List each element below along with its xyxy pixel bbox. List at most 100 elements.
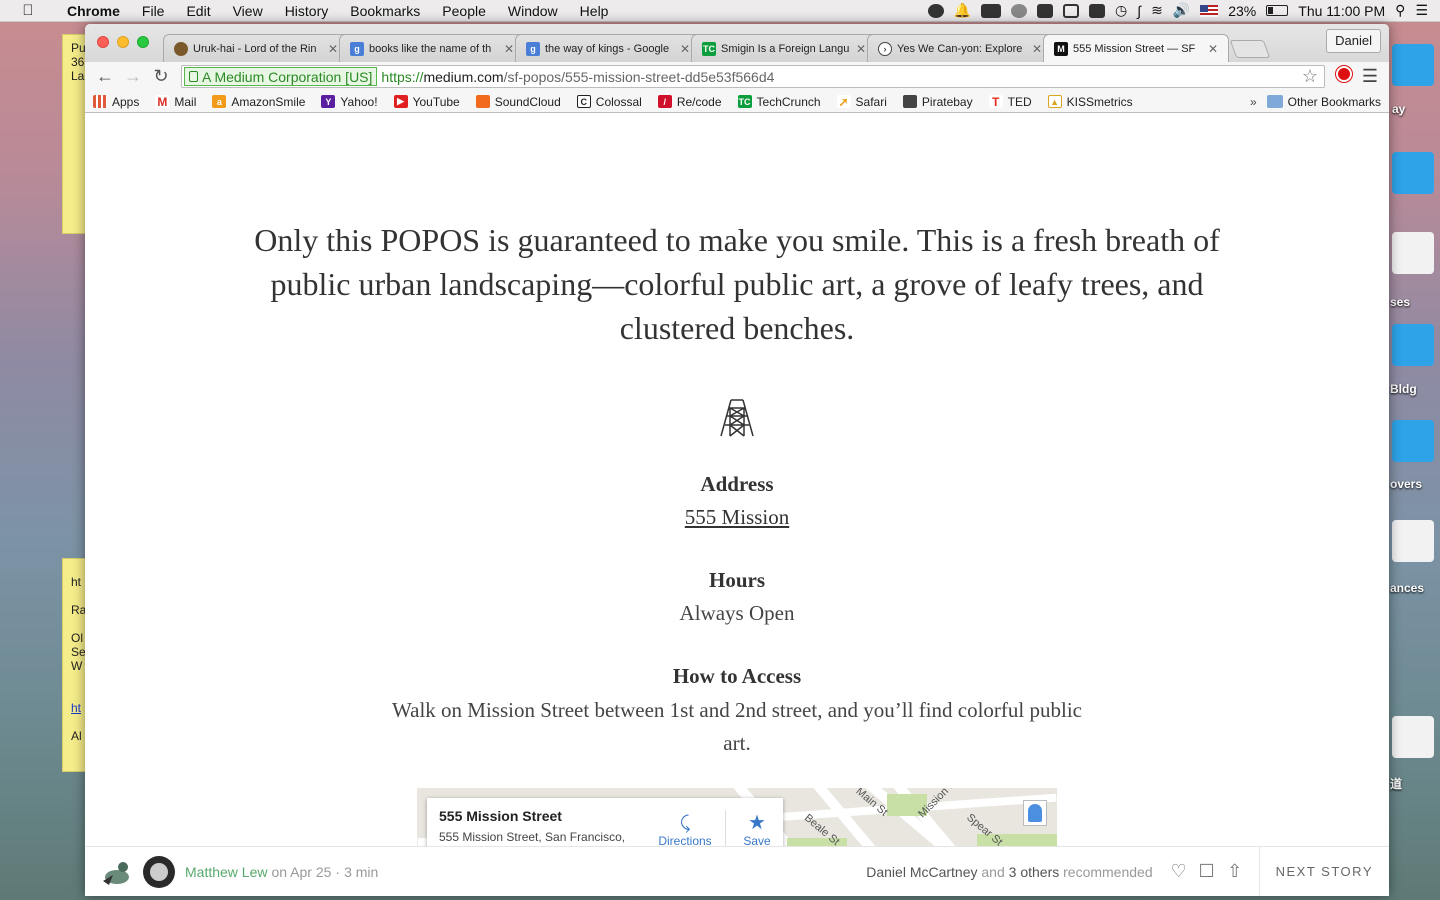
menu-help[interactable]: Help (569, 3, 620, 19)
access-heading: How to Access (672, 664, 802, 688)
folder-icon[interactable] (1392, 324, 1434, 366)
recommend-others[interactable]: 3 others (1009, 864, 1060, 880)
us-flag-icon[interactable] (1200, 4, 1219, 17)
author-avatar[interactable] (143, 855, 175, 888)
notification-bell-icon[interactable]: 🔔 (954, 2, 971, 19)
bookmarks-overflow-chevron[interactable]: » (1250, 95, 1257, 109)
bluetooth-icon[interactable]: ∫ (1137, 3, 1141, 19)
bookmark-apps[interactable]: Apps (93, 95, 139, 109)
close-tab-icon[interactable]: ✕ (1032, 42, 1042, 56)
gmail-icon: M (155, 94, 170, 109)
article-lead-paragraph: Only this POPOS is guaranteed to make yo… (254, 222, 1220, 346)
bookmark-soundcloud[interactable]: SoundCloud (475, 95, 561, 109)
article-footer-bar: Matthew Lew on Apr 25 · 3 min Daniel McC… (85, 846, 1389, 896)
recommendations-text[interactable]: Daniel McCartney and 3 others recommende… (866, 864, 1152, 880)
minimize-window-button[interactable] (117, 36, 129, 48)
document-icon[interactable] (1392, 520, 1434, 562)
tab-way-of-kings[interactable]: g the way of kings - Google ✕ (515, 34, 701, 62)
menu-window[interactable]: Window (497, 3, 569, 19)
menu-edit[interactable]: Edit (175, 3, 221, 19)
bookmark-ted[interactable]: T TED (988, 95, 1032, 109)
time-machine-icon[interactable]: ◷ (1115, 2, 1127, 19)
evernote-icon[interactable] (927, 3, 944, 18)
bookmark-yahoo[interactable]: Y Yahoo! (321, 95, 378, 109)
menu-people[interactable]: People (431, 3, 497, 19)
url-text[interactable]: https://medium.com/sf-popos/555-mission-… (381, 69, 774, 85)
tab-uruk-hai[interactable]: Uruk-hai - Lord of the Rin ✕ (163, 34, 349, 62)
reload-icon[interactable]: ↻ (147, 66, 175, 87)
menu-view[interactable]: View (222, 3, 274, 19)
menu-file[interactable]: File (131, 3, 176, 19)
bookmark-safari[interactable]: ➚ Safari (836, 95, 887, 109)
apple-menu-icon[interactable]:  (0, 2, 56, 19)
clock[interactable]: Thu 11:00 PM (1298, 3, 1385, 19)
bookmark-amazonsmile[interactable]: a AmazonSmile (212, 95, 305, 109)
close-window-button[interactable] (97, 36, 109, 48)
other-bookmarks[interactable]: Other Bookmarks (1266, 95, 1381, 109)
adobe-icon[interactable] (981, 3, 1001, 18)
recommender-name[interactable]: Daniel McCartney (866, 864, 977, 880)
volume-icon[interactable]: 🔊 (1173, 2, 1190, 19)
menu-bookmarks[interactable]: Bookmarks (339, 3, 431, 19)
bookmark-recode[interactable]: / Re/code (657, 95, 722, 109)
folder-icon[interactable] (1392, 152, 1434, 194)
wifi-icon[interactable]: ≋ (1151, 2, 1163, 19)
share-icon[interactable]: ⇧ (1221, 861, 1249, 882)
sticky-link[interactable]: ht (71, 701, 85, 715)
author-name-link[interactable]: Matthew Lew (185, 864, 267, 880)
tab-smigin[interactable]: TC Smigin Is a Foreign Langu ✕ (691, 34, 877, 62)
spotlight-search-icon[interactable]: ⚲ (1395, 2, 1405, 19)
dropbox-icon[interactable] (1037, 3, 1053, 18)
bookmark-piratebay[interactable]: Piratebay (902, 95, 973, 109)
address-bar[interactable]: A Medium Corporation [US] https://medium… (181, 65, 1325, 88)
notification-center-icon[interactable]: ☰ (1415, 2, 1428, 19)
folder-icon[interactable] (1392, 44, 1434, 86)
folder-icon[interactable] (1392, 420, 1434, 462)
close-tab-icon[interactable]: ✕ (1208, 42, 1218, 56)
menu-app-name[interactable]: Chrome (56, 3, 131, 19)
pigeon-publication-logo-icon[interactable] (99, 855, 133, 889)
bookmark-kissmetrics[interactable]: ▲ KISSmetrics (1047, 95, 1133, 109)
save-place-button[interactable]: ★ Save (737, 812, 777, 848)
adblock-icon[interactable] (1331, 66, 1357, 87)
document-icon[interactable] (1392, 716, 1434, 758)
profile-button[interactable]: Daniel (1326, 29, 1381, 53)
ev-label: A Medium Corporation [US] (202, 68, 373, 85)
bookmark-label: Colossal (595, 94, 642, 109)
directions-button[interactable]: ⤹ Directions (655, 812, 715, 848)
close-tab-icon[interactable]: ✕ (328, 42, 338, 56)
forward-arrow-icon[interactable]: → (119, 66, 147, 87)
next-story-button[interactable]: NEXT STORY (1258, 846, 1389, 896)
close-tab-icon[interactable]: ✕ (504, 42, 514, 56)
close-tab-icon[interactable]: ✕ (680, 42, 690, 56)
document-icon[interactable] (1392, 232, 1434, 274)
tab-books-like[interactable]: g books like the name of th ✕ (339, 34, 525, 62)
tab-title: the way of kings - Google (545, 42, 670, 55)
bookmark-star-icon[interactable]: ☆ (1302, 66, 1318, 87)
street-view-pegman-icon[interactable] (1023, 800, 1047, 826)
battery-percent[interactable]: 23% (1228, 3, 1256, 19)
chrome-menu-icon[interactable]: ☰ (1357, 66, 1383, 87)
bookmark-techcrunch[interactable]: TC TechCrunch (737, 94, 821, 109)
tab-555-mission[interactable]: M 555 Mission Street — SF ✕ (1043, 34, 1229, 62)
airplay-icon[interactable] (1063, 3, 1079, 18)
tab-yes-we-canyon[interactable]: › Yes We Can-yon: Explore ✕ (867, 34, 1053, 62)
battery-icon[interactable] (1266, 5, 1289, 16)
bookmark-youtube[interactable]: ▶ YouTube (393, 95, 460, 109)
back-arrow-icon[interactable]: ← (91, 66, 119, 87)
bookmark-icon[interactable]: ☐ (1193, 861, 1221, 882)
cloud-icon[interactable] (1011, 3, 1027, 18)
chrome-window: Uruk-hai - Lord of the Rin ✕ g books lik… (85, 24, 1389, 896)
new-tab-button[interactable] (1229, 40, 1271, 58)
bookmark-label: TechCrunch (756, 94, 821, 109)
ev-certificate-badge[interactable]: A Medium Corporation [US] (184, 67, 378, 86)
menu-history[interactable]: History (274, 3, 340, 19)
address-link[interactable]: 555 Mission (685, 505, 789, 529)
zoom-window-button[interactable] (137, 36, 149, 48)
memory-icon[interactable] (1089, 3, 1105, 18)
techcrunch-icon: TC (737, 95, 752, 108)
bookmark-mail[interactable]: M Mail (155, 95, 196, 109)
bookmark-colossal[interactable]: C Colossal (576, 94, 642, 109)
close-tab-icon[interactable]: ✕ (856, 42, 866, 56)
heart-recommend-icon[interactable]: ♡ (1165, 861, 1193, 882)
